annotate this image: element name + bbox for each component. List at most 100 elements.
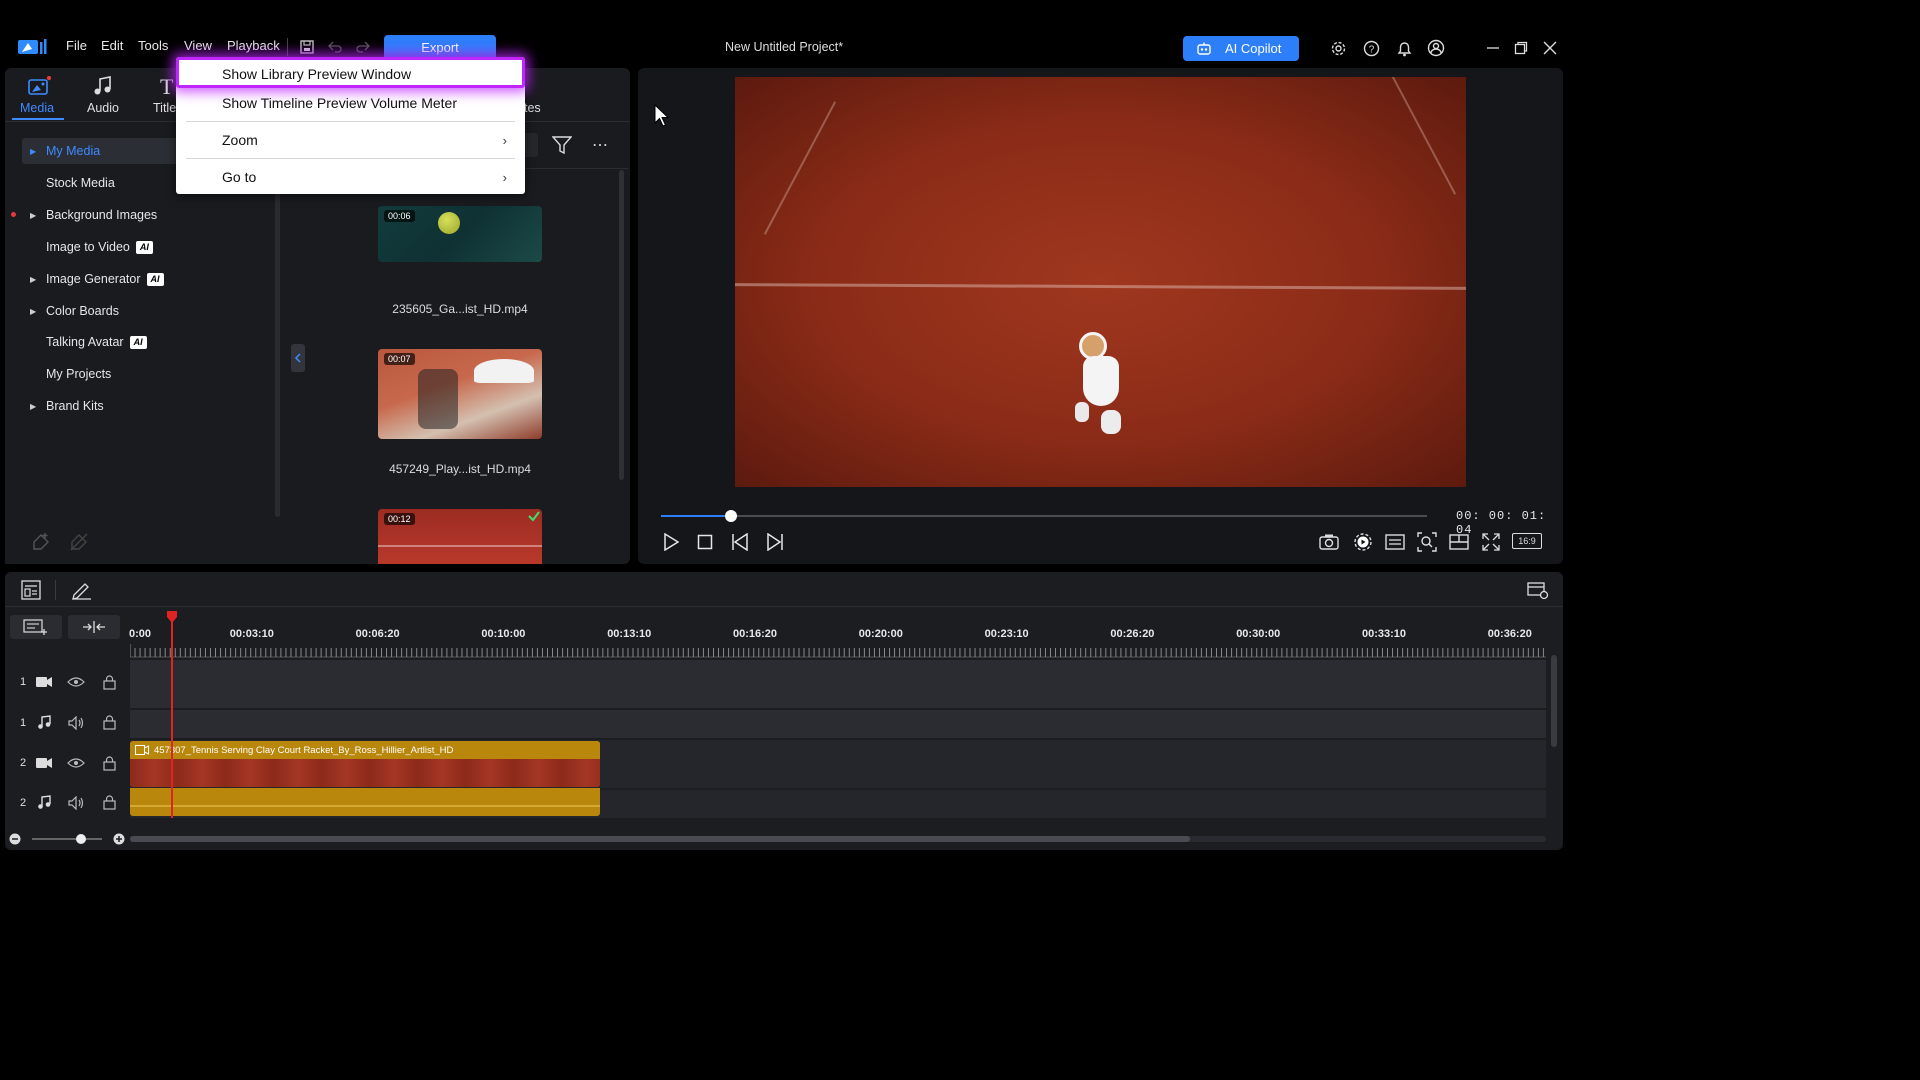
visibility-eye-icon[interactable] — [67, 757, 85, 772]
track-lock-icon[interactable] — [103, 795, 116, 813]
snapshot-camera-icon[interactable] — [1318, 531, 1340, 553]
collapse-sidebar-button[interactable] — [291, 344, 305, 372]
tab-audio[interactable]: Audio — [78, 72, 130, 118]
svg-text:?: ? — [1368, 44, 1374, 55]
sidebar-item-background-images[interactable]: ▶ Background Images — [22, 202, 172, 228]
menu-view[interactable]: View — [184, 38, 212, 53]
sidebar-item-my-media[interactable]: ▶ My Media — [22, 138, 172, 164]
timeline-horizontal-scrollbar[interactable] — [130, 836, 1546, 842]
menu-item-go-to[interactable]: Go to › — [176, 162, 525, 192]
track-lock-icon[interactable] — [103, 715, 116, 733]
player-hand-image — [418, 369, 458, 429]
menu-item-label: Show Library Preview Window — [222, 66, 412, 82]
timeline-settings-icon[interactable] — [1526, 579, 1550, 601]
render-preview-icon[interactable] — [1352, 531, 1374, 553]
ruler-tick-label: 0:00 — [129, 628, 152, 640]
media-thumbnail[interactable]: 00:07 — [378, 349, 542, 439]
media-scrollbar[interactable] — [619, 170, 624, 480]
sidebar-item-stock-media[interactable]: Stock Media — [22, 170, 172, 196]
speaker-icon[interactable] — [68, 715, 84, 733]
notification-bell-icon[interactable] — [1394, 38, 1414, 58]
seek-bar-track[interactable] — [661, 515, 1427, 517]
tab-media[interactable]: Media — [12, 72, 64, 118]
ruler-tick-label: 00:26:20 — [1110, 628, 1155, 640]
sidebar-item-label: Brand Kits — [46, 399, 104, 413]
track-header-audio-2: 2 — [8, 783, 126, 823]
menu-playback[interactable]: Playback — [227, 38, 280, 53]
expand-arrow-icon: ▶ — [30, 306, 37, 316]
edit-pen-icon[interactable] — [70, 579, 94, 601]
more-options-icon[interactable]: ⋯ — [589, 135, 611, 155]
timeline-tools-icon[interactable] — [20, 579, 42, 601]
fit-timeline-button[interactable] — [68, 615, 120, 639]
remove-tag-icon[interactable] — [68, 531, 90, 553]
menu-edit[interactable]: Edit — [101, 38, 123, 53]
sidebar-item-color-boards[interactable]: ▶ Color Boards — [22, 298, 172, 324]
minimize-icon[interactable] — [1483, 38, 1503, 58]
menu-tools[interactable]: Tools — [138, 38, 168, 53]
track-lock-icon[interactable] — [103, 675, 116, 693]
expand-arrow-icon: ▶ — [30, 210, 37, 220]
menu-file[interactable]: File — [66, 38, 87, 53]
visibility-eye-icon[interactable] — [67, 676, 85, 691]
help-icon[interactable]: ? — [1361, 38, 1381, 58]
expand-arrow-icon: ▶ — [30, 146, 37, 156]
app-logo-icon[interactable] — [18, 38, 48, 56]
menu-item-show-library-preview-window[interactable]: Show Library Preview Window — [176, 59, 525, 89]
audio-clip[interactable] — [130, 788, 600, 816]
previous-frame-icon[interactable] — [730, 531, 752, 553]
zoom-slider-track[interactable] — [32, 838, 102, 840]
video-clip[interactable]: 457307_Tennis Serving Clay Court Racket_… — [130, 741, 600, 787]
menu-item-show-timeline-preview-volume-meter[interactable]: Show Timeline Preview Volume Meter — [176, 88, 525, 118]
restore-icon[interactable] — [1511, 38, 1531, 58]
track-lane-audio-1[interactable] — [130, 710, 1546, 738]
sidebar-item-image-generator[interactable]: ▶ Image Generator AI — [22, 266, 172, 292]
save-icon[interactable] — [298, 38, 316, 56]
aspect-ratio-button[interactable]: 16:9 — [1512, 533, 1542, 549]
sidebar-item-my-projects[interactable]: My Projects — [22, 361, 172, 387]
filter-icon[interactable] — [551, 134, 573, 156]
play-icon[interactable] — [660, 531, 682, 553]
redo-icon[interactable] — [354, 38, 372, 56]
undo-icon[interactable] — [326, 38, 344, 56]
sidebar-item-talking-avatar[interactable]: Talking Avatar AI — [22, 329, 172, 355]
zoom-slider-handle[interactable] — [76, 834, 86, 844]
layout-icon[interactable] — [1448, 531, 1470, 553]
sidebar-item-image-to-video[interactable]: Image to Video AI — [22, 234, 172, 260]
tab-audio-label: Audio — [87, 101, 119, 115]
add-track-button[interactable] — [10, 615, 62, 639]
new-dot-icon — [11, 212, 16, 217]
media-thumbnail[interactable]: 00:06 — [378, 206, 542, 262]
zoom-in-icon[interactable] — [112, 832, 126, 846]
timeline-vertical-scrollbar[interactable] — [1551, 655, 1557, 747]
fullscreen-icon[interactable] — [1480, 531, 1502, 553]
track-header-video-2: 2 — [8, 743, 126, 783]
menu-item-label: Go to — [222, 169, 257, 185]
ai-copilot-button[interactable]: AI Copilot — [1183, 36, 1299, 61]
menu-item-zoom[interactable]: Zoom › — [176, 125, 525, 155]
next-frame-icon[interactable] — [763, 531, 785, 553]
scroll-thumb[interactable] — [130, 836, 1190, 842]
seek-bar-handle[interactable] — [725, 510, 737, 522]
audio-note-icon — [37, 715, 51, 733]
court-sideline-right-image — [1383, 77, 1457, 195]
ai-badge: AI — [129, 335, 147, 349]
track-lock-icon[interactable] — [103, 756, 116, 774]
media-thumbnail[interactable]: 00:12 — [378, 509, 542, 564]
settings-icon[interactable] — [1328, 38, 1348, 58]
close-icon[interactable] — [1540, 38, 1560, 58]
project-title: New Untitled Project* — [725, 40, 844, 54]
speaker-icon[interactable] — [68, 795, 84, 813]
zoom-out-icon[interactable] — [8, 832, 22, 846]
stop-icon[interactable] — [694, 531, 716, 553]
sidebar-item-label: Stock Media — [46, 176, 115, 190]
subtitle-icon[interactable] — [1384, 531, 1406, 553]
timeline-ruler[interactable] — [130, 622, 1546, 658]
preview-video-frame — [735, 77, 1466, 487]
account-icon[interactable] — [1426, 38, 1446, 58]
zoom-preview-icon[interactable] — [1416, 531, 1438, 553]
add-tag-icon[interactable] — [30, 531, 52, 553]
sidebar-item-brand-kits[interactable]: ▶ Brand Kits — [22, 393, 172, 419]
fit-timeline-icon — [83, 621, 105, 633]
track-lane-video-1[interactable] — [130, 660, 1546, 708]
